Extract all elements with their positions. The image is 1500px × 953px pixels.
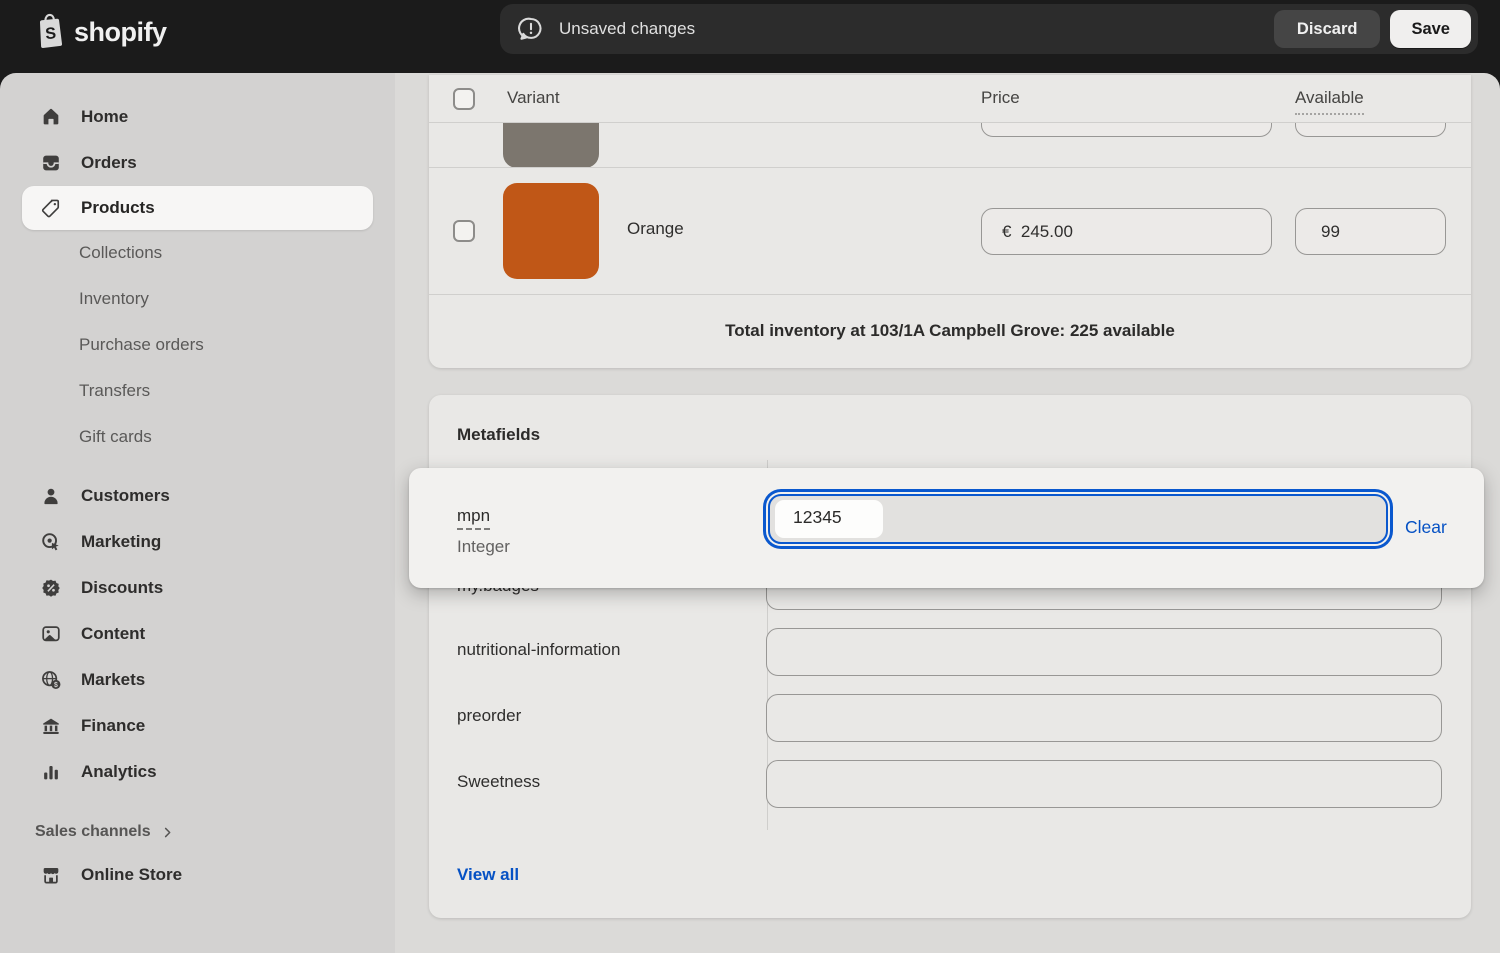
sidebar-item-marketing[interactable]: Marketing [0, 519, 395, 565]
sidebar-item-home[interactable]: Home [0, 94, 395, 140]
view-all-link[interactable]: View all [457, 865, 519, 885]
shopify-logo[interactable]: S shopify [30, 11, 167, 53]
globe-currency-icon: $ [40, 669, 62, 691]
available-input[interactable] [1295, 208, 1446, 255]
sales-channels-header[interactable]: Sales channels [0, 812, 395, 852]
image-icon [40, 623, 62, 645]
shopify-wordmark: shopify [74, 17, 167, 48]
variant-row-partial [429, 123, 1471, 168]
mpn-label: mpn [457, 506, 490, 530]
person-icon [40, 485, 62, 507]
variant-swatch-orange[interactable] [503, 183, 599, 279]
sidebar-item-products[interactable]: Products [22, 186, 373, 230]
sidebar-item-purchase-orders[interactable]: Purchase orders [0, 322, 395, 368]
orders-icon [40, 152, 62, 174]
tag-icon [40, 197, 62, 219]
svg-text:S: S [45, 24, 58, 43]
sidebar-item-collections[interactable]: Collections [0, 230, 395, 276]
metafield-label-preorder: preorder [457, 706, 521, 726]
metafields-title: Metafields [457, 425, 540, 445]
sidebar-item-analytics[interactable]: Analytics [0, 749, 395, 795]
price-input[interactable] [981, 208, 1272, 255]
bar-chart-icon [40, 761, 62, 783]
variant-row-checkbox[interactable] [453, 220, 475, 242]
mpn-metafield-popover: mpn Integer 12345 Clear [409, 468, 1484, 588]
variants-card: Variant Price Available Orange [429, 75, 1471, 368]
bank-icon [40, 715, 62, 737]
variant-swatch-gray[interactable] [503, 123, 599, 168]
variant-row-orange: Orange [429, 168, 1471, 295]
nav-section-gap [0, 460, 395, 473]
contextual-save-bar: Unsaved changes Discard Save [500, 4, 1478, 54]
price-column-header: Price [981, 88, 1020, 108]
save-button[interactable]: Save [1390, 10, 1471, 48]
topbar: S shopify Unsaved changes Discard Save [0, 0, 1500, 73]
shopify-admin-screen: S shopify Unsaved changes Discard Save [0, 0, 1500, 953]
unsaved-changes-label: Unsaved changes [559, 19, 1274, 39]
home-icon [40, 106, 62, 128]
svg-text:$: $ [54, 682, 58, 689]
variant-table-header: Variant Price Available [429, 75, 1471, 123]
metafield-input-nutritional-information[interactable] [766, 628, 1442, 676]
select-all-checkbox[interactable] [453, 88, 475, 110]
price-input-partial[interactable] [981, 123, 1272, 137]
chevron-right-icon [160, 825, 175, 840]
mpn-value-text: 12345 [793, 507, 842, 528]
mpn-input[interactable]: 12345 [768, 494, 1388, 544]
target-icon [40, 531, 62, 553]
sidebar-item-inventory[interactable]: Inventory [0, 276, 395, 322]
sidebar-item-orders[interactable]: Orders [0, 140, 395, 186]
main-content: Variant Price Available Orange [395, 73, 1500, 953]
discard-button[interactable]: Discard [1274, 10, 1381, 48]
alert-bubble-icon [518, 16, 544, 42]
total-inventory-text: Total inventory at 103/1A Campbell Grove… [725, 321, 1175, 341]
metafield-label-sweetness: Sweetness [457, 772, 540, 792]
variant-column-header: Variant [507, 88, 560, 108]
metafield-input-sweetness[interactable] [766, 760, 1442, 808]
mpn-type-label: Integer [457, 537, 510, 557]
metafield-label-nutritional-information: nutritional-information [457, 640, 620, 660]
sidebar-item-content[interactable]: Content [0, 611, 395, 657]
sidebar-item-online-store[interactable]: Online Store [0, 852, 395, 898]
admin-frame: Home Orders Products Collections Invento… [0, 73, 1500, 953]
storefront-icon [40, 864, 62, 886]
shopify-bag-icon: S [30, 11, 68, 53]
sidebar-item-customers[interactable]: Customers [0, 473, 395, 519]
variant-name: Orange [627, 219, 684, 239]
sidebar-item-discounts[interactable]: Discounts [0, 565, 395, 611]
metafield-input-preorder[interactable] [766, 694, 1442, 742]
sidebar-item-gift-cards[interactable]: Gift cards [0, 414, 395, 460]
discount-badge-icon [40, 577, 62, 599]
available-column-header: Available [1295, 88, 1364, 115]
total-inventory-footer: Total inventory at 103/1A Campbell Grove… [429, 295, 1471, 367]
sidebar-item-markets[interactable]: $ Markets [0, 657, 395, 703]
clear-link[interactable]: Clear [1405, 517, 1447, 538]
sidebar-nav: Home Orders Products Collections Invento… [0, 73, 395, 953]
sidebar-item-finance[interactable]: Finance [0, 703, 395, 749]
available-input-partial[interactable] [1295, 123, 1446, 137]
sidebar-item-transfers[interactable]: Transfers [0, 368, 395, 414]
